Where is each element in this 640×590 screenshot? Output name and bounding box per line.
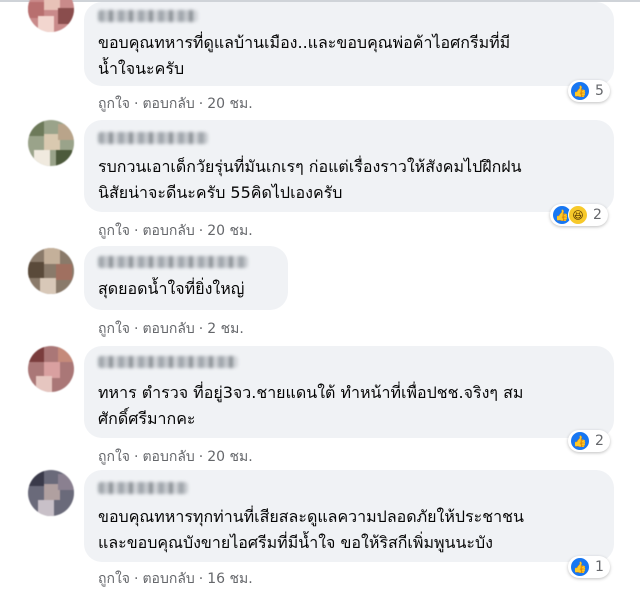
avatar[interactable] [28, 346, 74, 392]
comment-bubble: ขอบคุณทหารทุกท่านที่เสียสละดูแลความปลอดภ… [84, 470, 614, 562]
reaction-badge[interactable]: 👍 😆 2 [550, 204, 608, 226]
like-link[interactable]: ถูกใจ [98, 446, 130, 468]
dot-separator: · [134, 449, 139, 465]
reply-link[interactable]: ตอบกลับ [142, 93, 194, 115]
dot-separator: · [134, 571, 139, 587]
reply-link[interactable]: ตอบกลับ [142, 220, 194, 242]
comment-bubble: ขอบคุณทหารที่ดูแลบ้านเมือง..และขอบคุณพ่อ… [84, 2, 614, 86]
reaction-badge[interactable]: 👍 1 [568, 556, 610, 578]
like-reaction-icon: 👍 [570, 81, 590, 101]
reply-link[interactable]: ตอบกลับ [142, 446, 194, 468]
commenter-name-blurred[interactable] [98, 356, 238, 368]
dot-separator: · [134, 96, 139, 112]
reply-link[interactable]: ตอบกลับ [142, 318, 194, 340]
dot-separator: · [198, 571, 204, 587]
timestamp-link[interactable]: 16 ชม. [207, 568, 252, 590]
like-link[interactable]: ถูกใจ [98, 220, 130, 242]
avatar[interactable] [28, 0, 74, 32]
timestamp-link[interactable]: 20 ชม. [207, 93, 252, 115]
timestamp-link[interactable]: 20 ชม. [207, 446, 252, 468]
commenter-name-blurred[interactable] [98, 482, 188, 494]
comment-text: รบกวนเอาเด็กวัยรุ่นที่มันเกเรๆ ก่อแต่เรื… [98, 157, 522, 202]
comment-bubble: สุดยอดน้ำใจที่ยิ่งใหญ่ [84, 246, 288, 310]
like-reaction-icon: 👍 [570, 557, 590, 577]
comment-bubble: ทหาร ตำรวจ ที่อยู่3จว.ชายแดนใต้ ทำหน้าที… [84, 346, 614, 438]
reaction-count: 2 [593, 207, 602, 223]
comment-actions: ถูกใจ · ตอบกลับ · 20 ชม. [98, 220, 253, 242]
avatar[interactable] [28, 248, 74, 294]
like-link[interactable]: ถูกใจ [98, 568, 130, 590]
commenter-name-blurred[interactable] [98, 10, 198, 22]
comment-actions: ถูกใจ · ตอบกลับ · 20 ชม. [98, 93, 253, 115]
dot-separator: · [198, 223, 204, 239]
reaction-count: 5 [595, 83, 604, 99]
commenter-name-blurred[interactable] [98, 132, 208, 144]
reaction-badge[interactable]: 👍 2 [568, 430, 610, 452]
timestamp-link[interactable]: 20 ชม. [207, 220, 252, 242]
reaction-count: 1 [595, 559, 604, 575]
reply-link[interactable]: ตอบกลับ [142, 568, 194, 590]
like-reaction-icon: 👍 [570, 431, 590, 451]
dot-separator: · [134, 223, 139, 239]
commenter-name-blurred[interactable] [98, 256, 248, 268]
like-link[interactable]: ถูกใจ [98, 93, 130, 115]
comment-bubble: รบกวนเอาเด็กวัยรุ่นที่มันเกเรๆ ก่อแต่เรื… [84, 120, 614, 212]
comment-text: ขอบคุณทหารทุกท่านที่เสียสละดูแลความปลอดภ… [98, 507, 524, 552]
avatar[interactable] [28, 120, 74, 166]
dot-separator: · [134, 321, 139, 337]
dot-separator: · [198, 96, 204, 112]
comment-text: สุดยอดน้ำใจที่ยิ่งใหญ่ [98, 279, 245, 298]
dot-separator: · [198, 321, 204, 337]
haha-reaction-icon: 😆 [568, 205, 588, 225]
like-link[interactable]: ถูกใจ [98, 318, 130, 340]
timestamp-link[interactable]: 2 ชม. [207, 318, 244, 340]
reaction-count: 2 [595, 433, 604, 449]
comment-actions: ถูกใจ · ตอบกลับ · 16 ชม. [98, 568, 253, 590]
reaction-badge[interactable]: 👍 5 [568, 80, 610, 102]
comment-actions: ถูกใจ · ตอบกลับ · 20 ชม. [98, 446, 253, 468]
comment-text: ทหาร ตำรวจ ที่อยู่3จว.ชายแดนใต้ ทำหน้าที… [98, 383, 524, 428]
comment-actions: ถูกใจ · ตอบกลับ · 2 ชม. [98, 318, 244, 340]
avatar[interactable] [28, 470, 74, 516]
comment-text: ขอบคุณทหารที่ดูแลบ้านเมือง..และขอบคุณพ่อ… [98, 33, 511, 78]
dot-separator: · [198, 449, 204, 465]
